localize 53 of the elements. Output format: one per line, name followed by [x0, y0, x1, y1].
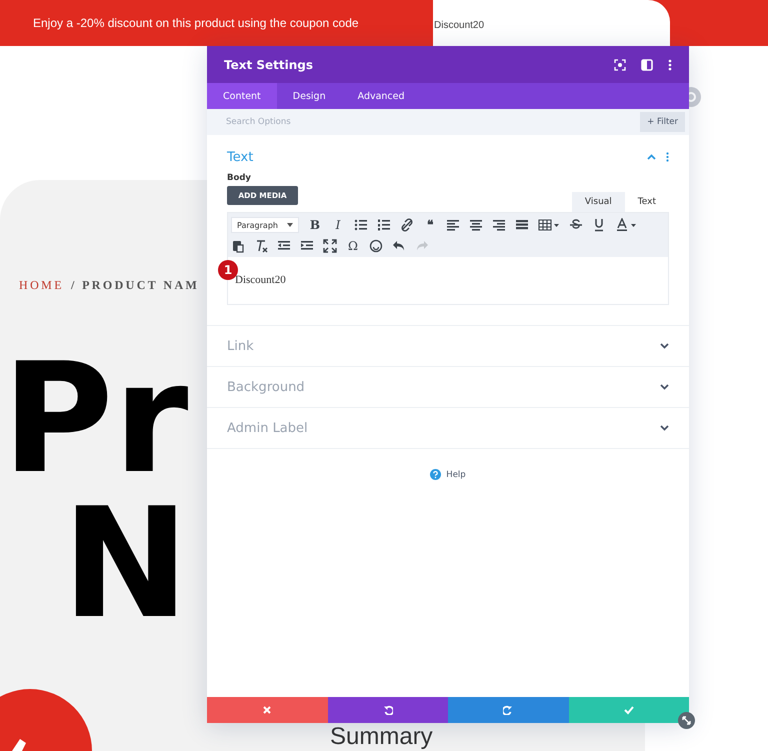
toolbar-button[interactable]: B — [308, 217, 322, 233]
underline-icon[interactable] — [592, 218, 606, 232]
chevron-down-icon[interactable] — [660, 384, 669, 390]
help-link[interactable]: Help — [446, 470, 466, 480]
breadcrumb-current: / PRODUCT NAM — [70, 278, 200, 294]
align-right-icon[interactable] — [492, 218, 506, 232]
editor-tab[interactable]: Visual — [572, 192, 625, 212]
undo-icon — [382, 705, 393, 715]
summary-heading: Summary — [330, 723, 433, 750]
chevron-up-icon[interactable] — [647, 154, 656, 160]
more-icon[interactable] — [668, 58, 672, 70]
search-field[interactable]: Search Options — [224, 116, 428, 128]
paste-icon[interactable] — [231, 239, 245, 253]
clear-format-icon[interactable] — [254, 239, 268, 253]
numbered-list-icon[interactable] — [377, 218, 391, 232]
justify-icon[interactable] — [515, 218, 529, 232]
table-icon[interactable] — [538, 218, 560, 232]
target-icon[interactable] — [614, 58, 626, 70]
modal-title: Text Settings — [224, 58, 314, 72]
tab[interactable]: Design — [276, 83, 342, 109]
product-title: Pr — [2, 346, 190, 491]
save-button[interactable] — [568, 697, 689, 723]
editor-text: Discount20 — [235, 273, 287, 286]
toolbar-button[interactable]: ❝ — [423, 217, 437, 233]
format-dropdown[interactable]: Paragraph — [231, 217, 299, 233]
check-icon — [624, 705, 634, 715]
promo-text: Enjoy a -20% discount on this product using the coupon code — [33, 16, 359, 30]
align-center-icon[interactable] — [469, 218, 483, 232]
toolbar-button[interactable]: Ω — [346, 238, 360, 254]
caret-icon — [287, 223, 293, 227]
close-icon — [262, 705, 272, 715]
emoji-icon[interactable] — [369, 239, 383, 253]
breadcrumb-link[interactable]: HOME — [19, 278, 64, 296]
dropdown-value: Paragraph — [237, 220, 278, 230]
fullscreen-icon[interactable] — [323, 239, 337, 253]
columns-icon[interactable] — [641, 58, 653, 70]
redo-icon — [503, 705, 514, 715]
chevron-down-icon[interactable] — [660, 343, 669, 349]
resize-handle-icon[interactable] — [678, 712, 695, 729]
tab[interactable]: Content — [207, 83, 277, 109]
product-title: N — [62, 491, 190, 636]
align-left-icon[interactable] — [446, 218, 460, 232]
text-color-icon[interactable] — [615, 218, 637, 232]
help-icon[interactable] — [430, 469, 442, 480]
coupon-code: Discount20 — [434, 20, 484, 31]
chevron-down-icon[interactable] — [660, 425, 669, 431]
filter-button[interactable]: + Filter — [640, 112, 685, 132]
tab[interactable]: Advanced — [342, 83, 421, 109]
link-icon[interactable] — [400, 218, 414, 232]
field-label: Body — [227, 173, 252, 183]
undo-icon[interactable] — [392, 239, 406, 253]
bulleted-list-icon[interactable] — [354, 218, 368, 232]
toolbar-button[interactable]: I — [331, 217, 345, 233]
